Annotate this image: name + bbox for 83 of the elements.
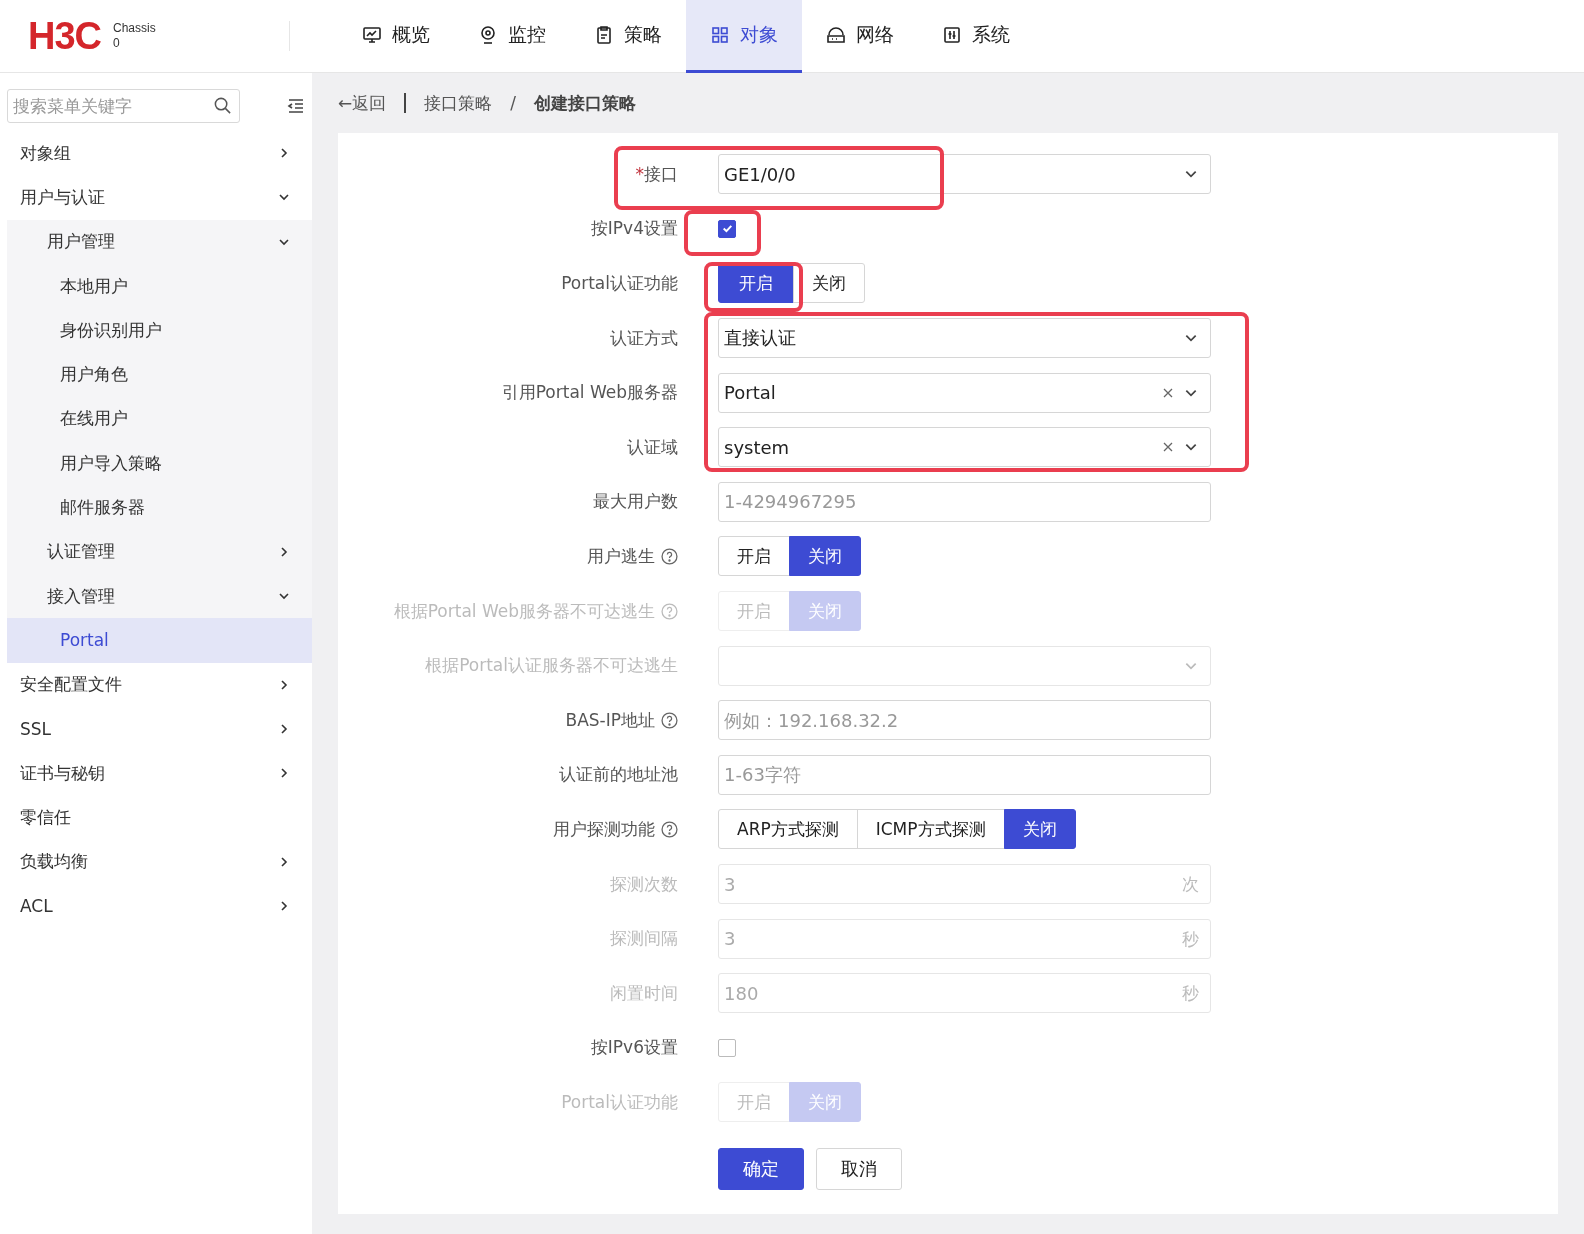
sidebar-item[interactable]: 本地用户 xyxy=(7,263,312,309)
toggle-option[interactable]: 关闭 xyxy=(789,536,861,577)
sidebar-item[interactable]: 零信任 xyxy=(0,795,312,840)
clear-icon[interactable] xyxy=(1162,386,1174,399)
help-icon[interactable] xyxy=(661,547,678,565)
field-label: 按IPv6设置 xyxy=(590,1036,678,1060)
unit-label: 秒 xyxy=(1182,927,1199,951)
select-field[interactable]: Portal xyxy=(718,372,1211,413)
sidebar-item[interactable]: ACL xyxy=(0,884,312,929)
nav-tab[interactable]: 监控 xyxy=(454,0,570,73)
select-field[interactable]: system xyxy=(718,427,1211,468)
back-link[interactable]: ←返回 xyxy=(338,91,387,115)
sidebar-item[interactable]: 证书与秘钥 xyxy=(0,751,312,796)
search-field[interactable]: 搜索菜单关键字 xyxy=(7,89,240,123)
page-title: 创建接口策略 xyxy=(534,91,636,115)
device-name: Chassis xyxy=(113,21,156,36)
field-label: 最大用户数 xyxy=(593,490,678,514)
field-label: 用户探测功能 xyxy=(553,817,655,841)
sidebar-item[interactable]: 负载均衡 xyxy=(0,839,312,885)
select-field[interactable]: GE1/0/0 xyxy=(718,154,1211,195)
field-label: Portal认证功能 xyxy=(561,272,678,295)
sidebar-item[interactable]: 认证管理 xyxy=(7,529,312,574)
sidebar-item[interactable]: 用户角色 xyxy=(7,352,312,397)
breadcrumb-link[interactable]: 接口策略 xyxy=(424,91,493,115)
help-icon[interactable] xyxy=(661,820,678,838)
menu-collapse-icon[interactable] xyxy=(286,96,306,116)
clipboard-icon xyxy=(594,24,614,45)
nav-tab[interactable]: 对象 xyxy=(686,0,802,73)
sidebar-item[interactable]: 在线用户 xyxy=(7,396,312,442)
field-label: Portal认证功能 xyxy=(561,1090,678,1114)
field-label: 根据Portal Web服务器不可达逃生 xyxy=(393,599,655,623)
sidebar-item[interactable]: 安全配置文件 xyxy=(0,662,312,707)
unit-label: 秒 xyxy=(1182,982,1199,1006)
field-label: 引用Portal Web服务器 xyxy=(501,381,678,405)
field-label: 认证方式 xyxy=(610,326,678,350)
field-label: 根据Portal认证服务器不可达逃生 xyxy=(425,654,678,678)
check-icon xyxy=(720,222,734,236)
sidebar-item[interactable]: 用户管理 xyxy=(7,219,312,264)
nav-tab[interactable]: 策略 xyxy=(570,0,686,73)
select-field[interactable]: 直接认证 xyxy=(718,318,1211,359)
toggle-option[interactable]: 开启 xyxy=(718,263,794,304)
field-label: 认证域 xyxy=(627,435,678,459)
grid-icon xyxy=(710,24,730,45)
nav-tab[interactable]: 网络 xyxy=(802,0,918,73)
sidebar-item[interactable]: 用户与认证 xyxy=(0,175,312,220)
toggle-option[interactable]: 关闭 xyxy=(793,263,865,304)
field-label: BAS-IP地址 xyxy=(565,708,655,732)
sidebar-item[interactable]: 对象组 xyxy=(0,131,312,176)
nav-tab[interactable]: 系统 xyxy=(918,0,1034,73)
input-field[interactable]: 例如：192.168.32.2 xyxy=(718,700,1211,741)
input-field[interactable]: 1-63字符 xyxy=(718,754,1211,795)
help-icon[interactable] xyxy=(661,711,678,729)
field-label: *接口 xyxy=(635,162,678,186)
input-field[interactable]: 1-4294967295 xyxy=(718,481,1211,522)
clear-icon[interactable] xyxy=(1162,441,1174,454)
checkbox[interactable] xyxy=(718,219,736,238)
sidebar-item[interactable]: 用户导入策略 xyxy=(7,441,312,486)
sidebar-item[interactable]: 邮件服务器 xyxy=(7,485,312,530)
field-label: 用户逃生 xyxy=(587,544,655,568)
toggle-option[interactable]: 关闭 xyxy=(1003,809,1076,850)
confirm-button[interactable]: 确定 xyxy=(718,1147,804,1190)
toggle-option[interactable]: 开启 xyxy=(718,536,790,577)
field-label: 认证前的地址池 xyxy=(559,763,678,787)
monitor-icon xyxy=(362,24,382,45)
toggle-option[interactable]: ICMP方式探测 xyxy=(856,809,1005,850)
sidebar-item[interactable]: SSL xyxy=(0,706,312,752)
field-label: 闲置时间 xyxy=(610,981,678,1005)
toggle-option[interactable]: ARP方式探测 xyxy=(718,809,858,850)
logo: H3C xyxy=(28,14,102,58)
checkbox[interactable] xyxy=(718,1038,736,1057)
sidebar-item[interactable]: 身份识别用户 xyxy=(7,308,312,353)
sliders-icon xyxy=(942,24,962,45)
nav-tab[interactable]: 概览 xyxy=(338,0,454,73)
breadcrumb-separator: / xyxy=(510,93,516,113)
unit-label: 次 xyxy=(1182,873,1199,896)
field-label: 按IPv4设置 xyxy=(590,217,678,241)
device-id: 0 xyxy=(113,36,121,51)
field-label: 探测间隔 xyxy=(610,927,678,951)
sidebar-item[interactable]: Portal xyxy=(7,618,312,663)
field-label: 探测次数 xyxy=(610,872,678,896)
cancel-button[interactable]: 取消 xyxy=(816,1147,902,1190)
search-icon xyxy=(213,96,232,115)
sidebar-item[interactable]: 接入管理 xyxy=(7,573,312,619)
